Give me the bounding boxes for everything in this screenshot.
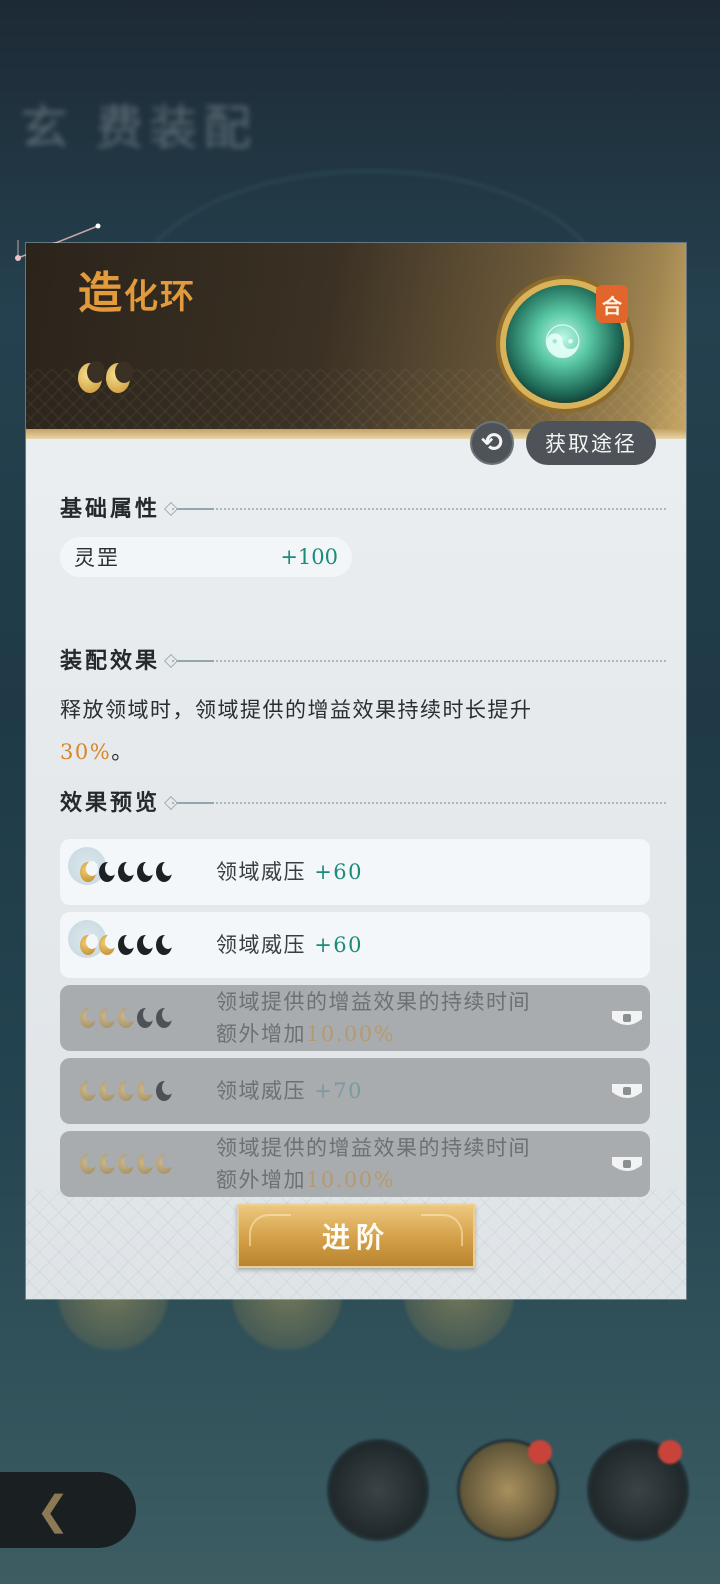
row-stars: [80, 1007, 174, 1028]
row-value: +60: [314, 933, 364, 957]
star-empty-icon: [118, 861, 136, 882]
item-name-rest: 化环: [124, 277, 196, 317]
star-icon: [137, 1080, 155, 1101]
star-empty-icon: [137, 934, 155, 955]
star-empty-icon: [99, 861, 117, 882]
base-attributes-title: 基础属性: [60, 496, 161, 522]
star-icon: [80, 1153, 98, 1174]
row-text: 领域提供的增益效果的持续时间 额外增加10.00%: [216, 986, 531, 1050]
notification-dot: [658, 1440, 682, 1464]
preview-row-locked: 领域提供的增益效果的持续时间 额外增加10.00%: [60, 1131, 650, 1197]
star-empty-icon: [156, 1080, 174, 1101]
notification-dot: [528, 1440, 552, 1464]
get-source-button[interactable]: 获取途径: [526, 421, 656, 465]
effect-text: 释放领域时，领域提供的增益效果持续时长提升: [60, 698, 533, 722]
row-text: 领域威压 +70: [216, 1075, 363, 1107]
row-stars: [80, 1080, 174, 1101]
row-text: 领域威压 +60: [216, 929, 363, 961]
item-header: 造化环 ☯ 合: [26, 243, 686, 439]
attribute-row: 灵罡 +100: [60, 537, 352, 577]
row-line1: 领域提供的增益效果的持续时间: [216, 1136, 531, 1160]
preview-row: 领域威压 +60: [60, 912, 650, 978]
item-detail-panel: 造化环 ☯ 合 ⟲ 获取途径 基础属性 灵罡 +100 装配效果 释放领域时，领…: [26, 243, 686, 1299]
row-stars: [80, 1153, 174, 1174]
star-empty-icon: [137, 861, 155, 882]
equip-effect-title: 装配效果: [60, 648, 161, 674]
refresh-button[interactable]: ⟲: [470, 421, 514, 465]
star-icon: [78, 361, 105, 393]
grade-badge: 合: [596, 285, 628, 323]
star-icon: [106, 361, 133, 393]
row-value: 10.00%: [306, 1022, 396, 1046]
row-label: 领域威压: [216, 860, 306, 884]
attribute-name: 灵罡: [74, 546, 120, 570]
preview-title: 效果预览: [60, 790, 161, 816]
star-icon: [118, 1007, 136, 1028]
section-divider: [172, 802, 666, 804]
star-empty-icon: [156, 1007, 174, 1028]
background-slot-1: [58, 1290, 168, 1350]
lock-icon: [612, 1157, 642, 1171]
star-icon: [99, 1007, 117, 1028]
row-text: 领域提供的增益效果的持续时间 额外增加10.00%: [216, 1132, 531, 1196]
lock-icon: [612, 1011, 642, 1025]
equip-effect-description: 释放领域时，领域提供的增益效果持续时长提升 30%。: [60, 689, 600, 773]
row-stars: [80, 934, 174, 955]
star-icon: [156, 1153, 174, 1174]
bottom-nav-button-1[interactable]: [330, 1442, 426, 1538]
row-text: 领域威压 +60: [216, 856, 363, 888]
back-icon: ❮: [36, 1488, 70, 1534]
preview-row: 领域威压 +60: [60, 839, 650, 905]
star-empty-icon: [156, 861, 174, 882]
row-line2: 额外增加: [216, 1022, 306, 1046]
item-name-first-char: 造: [78, 268, 124, 319]
item-stars: [78, 361, 133, 393]
effect-text-end: 。: [111, 740, 134, 764]
background-slot-2: [232, 1290, 342, 1350]
star-icon: [118, 1153, 136, 1174]
star-icon: [99, 1080, 117, 1101]
star-icon: [80, 1007, 98, 1028]
star-icon: [137, 1153, 155, 1174]
star-icon: [80, 861, 98, 882]
section-divider: [172, 508, 666, 510]
meditating-figure-icon: ☯: [542, 315, 584, 369]
section-divider: [172, 660, 666, 662]
row-label: 领域威压: [216, 933, 306, 957]
star-icon: [118, 1080, 136, 1101]
star-empty-icon: [156, 934, 174, 955]
attribute-value: +100: [280, 545, 338, 569]
effect-highlight: 30%: [60, 740, 112, 764]
item-name: 造化环: [78, 257, 196, 321]
background-slot-3: [404, 1290, 514, 1350]
preview-row-locked: 领域威压 +70: [60, 1058, 650, 1124]
star-empty-icon: [118, 934, 136, 955]
refresh-icon: ⟲: [481, 428, 503, 458]
row-stars: [80, 861, 174, 882]
row-line1: 领域提供的增益效果的持续时间: [216, 990, 531, 1014]
star-icon: [99, 1153, 117, 1174]
preview-row-locked: 领域提供的增益效果的持续时间 额外增加10.00%: [60, 985, 650, 1051]
star-icon: [80, 934, 98, 955]
lock-icon: [612, 1084, 642, 1098]
background-title: 玄 费装配: [20, 100, 258, 156]
star-icon: [99, 934, 117, 955]
row-label: 领域威压: [216, 1079, 306, 1103]
advance-button[interactable]: 进阶: [237, 1204, 475, 1268]
row-value: +60: [314, 860, 364, 884]
row-value: +70: [314, 1079, 364, 1103]
star-icon: [80, 1080, 98, 1101]
star-empty-icon: [137, 1007, 155, 1028]
